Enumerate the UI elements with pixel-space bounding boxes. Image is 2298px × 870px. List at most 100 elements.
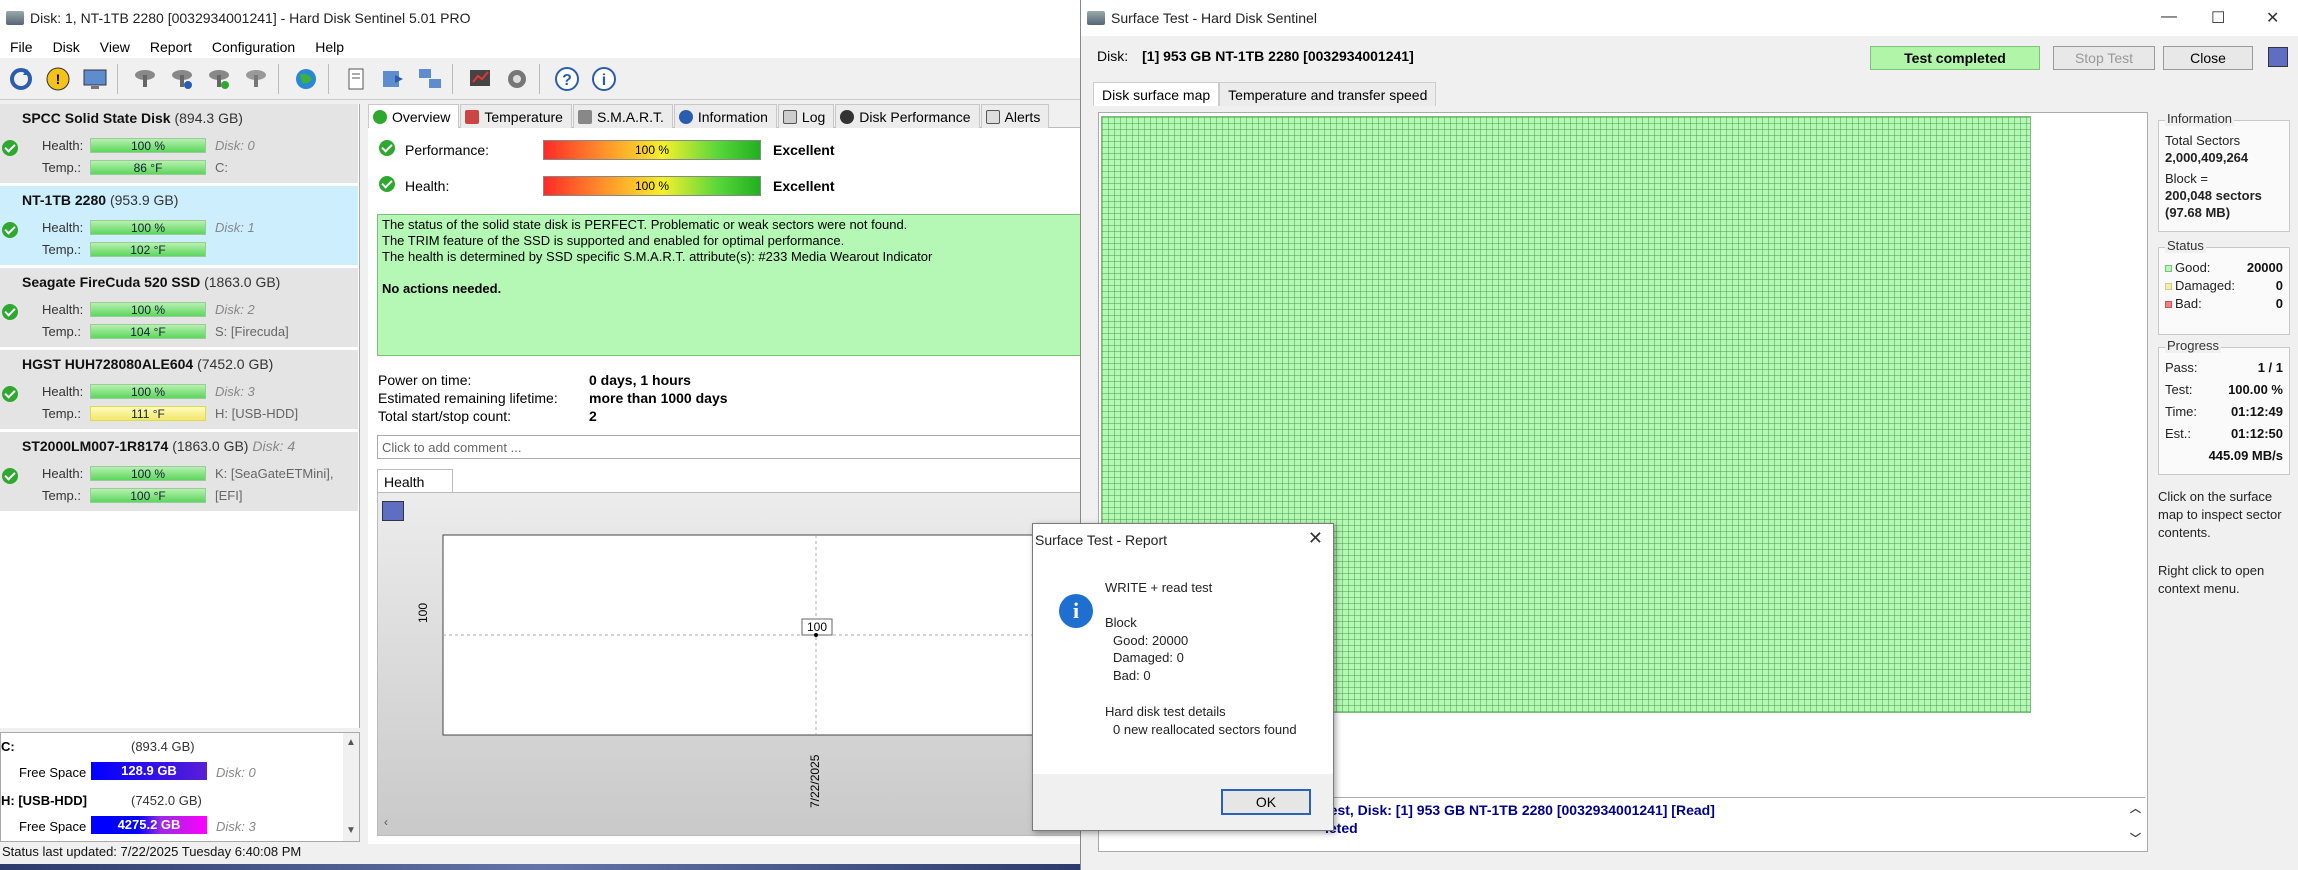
disk-item-st2000[interactable]: ST2000LM007-1R8174 (1863.0 GB) Disk: 4 H… xyxy=(0,432,358,512)
damaged-result: Damaged: 0 xyxy=(1113,650,1184,665)
save-icon[interactable] xyxy=(2268,47,2288,67)
block-heading: Block xyxy=(1105,615,1137,630)
maximize-icon[interactable]: ☐ xyxy=(2211,8,2225,28)
toolbar: ! ? i xyxy=(0,58,1080,100)
damaged-swatch xyxy=(2165,283,2172,290)
menu-file[interactable]: File xyxy=(10,39,33,55)
health-bar: 100 % xyxy=(90,220,206,235)
temp-bar: 111 °F xyxy=(90,406,206,421)
help-icon[interactable]: ? xyxy=(551,63,583,95)
disk-item-hgst[interactable]: HGST HUH728080ALE604 (7452.0 GB) Health:… xyxy=(0,350,358,430)
network-icon[interactable] xyxy=(414,63,446,95)
export-icon[interactable] xyxy=(377,63,409,95)
partition-scrollbar[interactable]: ▲ ▼ xyxy=(343,733,359,841)
tab-health-chart[interactable]: Health (%) xyxy=(377,469,453,506)
bad-count: 0 xyxy=(2275,296,2283,311)
tab-temperature-speed[interactable]: Temperature and transfer speed xyxy=(1219,82,1437,106)
partition-disk: Disk: 0 xyxy=(216,765,256,780)
tab-smart[interactable]: S.M.A.R.T. xyxy=(572,104,673,128)
app-icon xyxy=(6,11,24,25)
menu-configuration[interactable]: Configuration xyxy=(212,39,295,55)
est-value: 01:12:50 xyxy=(2230,426,2283,441)
scroll-up-icon[interactable]: ▲ xyxy=(346,737,356,748)
startstop-value: 2 xyxy=(589,408,597,424)
monitor-icon[interactable] xyxy=(79,63,111,95)
drive-letters: C: xyxy=(215,160,228,175)
disk-number: Disk: 2 xyxy=(215,302,255,317)
ok-button[interactable]: OK xyxy=(1221,789,1311,815)
disk-item-firecuda[interactable]: Seagate FireCuda 520 SSD (1863.0 GB) Hea… xyxy=(0,268,358,348)
block-sectors: 200,048 sectors xyxy=(2165,188,2262,203)
close-button[interactable]: Close xyxy=(2163,46,2253,70)
check-icon xyxy=(373,109,387,124)
dialog-body: i WRITE + read test Block Good: 20000 Da… xyxy=(1033,560,1333,794)
menu-report[interactable]: Report xyxy=(150,39,192,55)
x-axis-tick: 7/22/2025 xyxy=(808,754,822,808)
good-result: Good: 20000 xyxy=(1113,633,1189,648)
app-icon xyxy=(1087,11,1105,25)
disk-icon[interactable] xyxy=(129,63,161,95)
bad-result: Bad: 0 xyxy=(1113,668,1151,683)
report-icon[interactable] xyxy=(340,63,372,95)
tab-disk-performance[interactable]: Disk Performance xyxy=(835,104,980,128)
info-icon[interactable]: i xyxy=(588,63,620,95)
menu-disk[interactable]: Disk xyxy=(53,39,80,55)
menu-view[interactable]: View xyxy=(100,39,130,55)
tab-overview[interactable]: Overview xyxy=(368,104,460,128)
drive-letters: S: [Firecuda] xyxy=(215,324,289,339)
partition-size: (7452.0 GB) xyxy=(131,793,202,808)
tab-surface-map[interactable]: Disk surface map xyxy=(1093,82,1220,106)
disk-item-spcc[interactable]: SPCC Solid State Disk (894.3 GB) Health:… xyxy=(0,104,358,184)
disk-name: ST2000LM007-1R8174 (1863.0 GB) Disk: 4 xyxy=(22,438,296,454)
temp-label: Temp.: xyxy=(42,324,82,339)
globe-icon[interactable] xyxy=(290,63,322,95)
temp-label: Temp.: xyxy=(42,160,82,175)
tab-log[interactable]: Log xyxy=(777,104,835,128)
disk-ok-icon[interactable] xyxy=(203,63,235,95)
scroll-left-icon[interactable]: ‹ xyxy=(384,815,388,829)
minimize-icon[interactable]: — xyxy=(2161,8,2177,26)
remaining-label: Estimated remaining lifetime: xyxy=(378,390,558,406)
main-titlebar: Disk: 1, NT-1TB 2280 [0032934001241] - H… xyxy=(0,0,1080,36)
transfer-speed: 445.09 MB/s xyxy=(2208,448,2283,463)
tab-information[interactable]: Information xyxy=(673,104,777,128)
health-label: Health: xyxy=(42,384,84,399)
partition-disk: Disk: 3 xyxy=(216,819,256,834)
toolbar-separator xyxy=(328,63,329,94)
temp-label: Temp.: xyxy=(42,406,82,421)
surface-titlebar: Surface Test - Hard Disk Sentinel — ☐ ✕ xyxy=(1081,0,2298,36)
partition-item-h[interactable]: H: [USB-HDD] (7452.0 GB) Free Space 4275… xyxy=(1,787,341,841)
scroll-down-icon[interactable]: ﹀ xyxy=(2130,830,2141,846)
log-icon xyxy=(782,109,797,124)
partition-item-c[interactable]: C: (893.4 GB) Free Space 128.9 GB Disk: … xyxy=(1,733,341,787)
disk-number: Disk: 0 xyxy=(215,138,255,153)
svg-text:!: ! xyxy=(56,71,61,87)
close-icon[interactable]: ✕ xyxy=(1308,528,1323,549)
settings-icon[interactable] xyxy=(501,63,533,95)
toolbar-separator xyxy=(452,63,453,94)
ok-check-icon xyxy=(2,304,18,320)
comment-field[interactable]: Click to add comment ... xyxy=(377,435,1089,459)
stop-test-button[interactable]: Stop Test xyxy=(2053,46,2155,70)
toolbar-separator xyxy=(117,63,118,94)
tab-temperature[interactable]: Temperature xyxy=(460,104,572,128)
refresh-icon[interactable] xyxy=(5,63,37,95)
disk-item-nt1tb[interactable]: NT-1TB 2280 (953.9 GB) Health: 100 % Dis… xyxy=(0,186,358,266)
ok-check-icon xyxy=(2,140,18,156)
test-value: 100.00 % xyxy=(2228,382,2283,397)
tab-alerts[interactable]: Alerts xyxy=(980,104,1050,128)
thermometer-icon xyxy=(465,109,480,124)
disk-number: Disk: 3 xyxy=(215,384,255,399)
disk-settings-icon[interactable] xyxy=(240,63,272,95)
scroll-up-icon[interactable]: ︿ xyxy=(2130,800,2141,816)
scroll-down-icon[interactable]: ▼ xyxy=(346,825,356,836)
warning-icon[interactable]: ! xyxy=(42,63,74,95)
disk-test-icon[interactable] xyxy=(166,63,198,95)
menu-help[interactable]: Help xyxy=(315,39,344,55)
free-space-bar: 128.9 GB xyxy=(91,762,207,780)
close-icon[interactable]: ✕ xyxy=(2266,8,2279,28)
benchmark-icon[interactable] xyxy=(464,63,496,95)
health-chart: 100 100 7/22/2025 ‹ xyxy=(377,492,1090,836)
good-label: Good: xyxy=(2175,260,2211,275)
est-label: Est.: xyxy=(2165,426,2192,441)
